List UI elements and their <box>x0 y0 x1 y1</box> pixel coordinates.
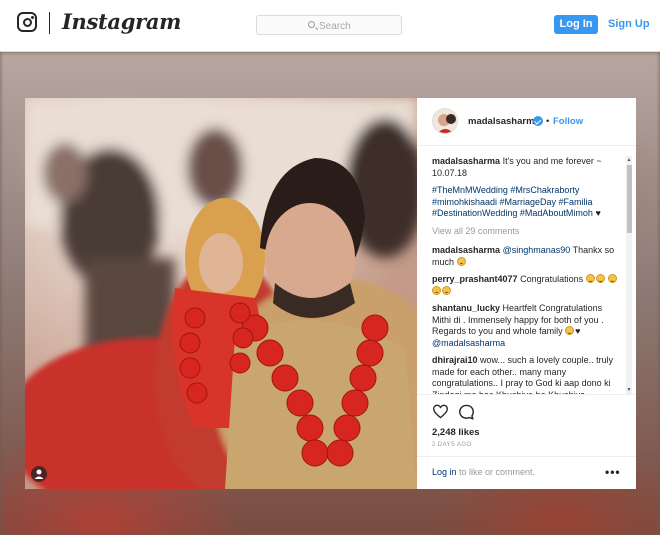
separator-dot: • <box>546 116 550 127</box>
caption-hashtags: #TheMnMWedding #MrsChakraborty #mimohkis… <box>432 185 620 220</box>
login-prompt: Log in to like or comment. <box>432 467 535 477</box>
instagram-camera-icon[interactable] <box>17 12 37 32</box>
search-box[interactable] <box>256 15 402 35</box>
post-sidebar: madalsasharma • Follow madalsasharma It'… <box>417 98 636 489</box>
signup-link[interactable]: Sign Up <box>608 18 650 30</box>
follow-button[interactable]: Follow <box>553 116 583 127</box>
comment-item: madalsasharma @singhmanas90 Thankx so mu… <box>432 245 620 268</box>
comment-heart-icon: ♥ <box>575 326 581 336</box>
smiley-emoji-icon <box>442 285 451 295</box>
login-prompt-text: to like or comment. <box>456 467 536 477</box>
post-actions: 2,248 likes 2 DAYS AGO Log in to like or… <box>417 394 636 489</box>
avatar[interactable] <box>432 108 458 134</box>
more-options-icon[interactable]: ••• <box>605 465 621 479</box>
comment-text: Congratulations <box>520 274 584 284</box>
verified-badge-icon <box>533 116 543 126</box>
comment-username[interactable]: madalsasharma <box>432 245 500 255</box>
smiley-emoji-icon <box>595 274 605 283</box>
wedding-photo-illustration <box>25 98 417 489</box>
comment-username[interactable]: shantanu_lucky <box>432 303 500 313</box>
logo-divider <box>49 12 50 34</box>
top-navigation-bar: Instagram Log In Sign Up <box>0 0 660 52</box>
smiley-emoji-icon <box>608 274 618 283</box>
post-username[interactable]: madalsasharma <box>468 116 540 127</box>
post-header: madalsasharma • Follow <box>417 98 636 146</box>
post-timestamp[interactable]: 2 DAYS AGO <box>432 442 472 448</box>
comment-username[interactable]: perry_prashant4077 <box>432 274 518 284</box>
smiley-emoji-icon <box>456 256 466 266</box>
comment-username[interactable]: dhirajrai10 <box>432 355 478 365</box>
comment-item: shantanu_lucky Heartfelt Congratulations… <box>432 303 620 349</box>
login-link[interactable]: Log in <box>432 467 457 477</box>
comments-scrollbar[interactable]: ▲ ▼ <box>626 156 632 394</box>
likes-count[interactable]: 2,248 likes <box>432 427 480 438</box>
comment-item: dhirajrai10 wow... such a lovely couple.… <box>432 355 620 394</box>
caption-username[interactable]: madalsasharma <box>432 156 500 166</box>
smiley-emoji-icon <box>565 326 575 335</box>
post-photo[interactable] <box>25 98 417 489</box>
comments-list[interactable]: madalsasharma It's you and me forever ~ … <box>432 156 620 394</box>
comment-prompt: Log in to like or comment. ••• <box>417 456 636 491</box>
smiley-emoji-icon <box>585 274 595 283</box>
avatar-image <box>433 109 457 133</box>
like-heart-icon[interactable] <box>432 404 449 419</box>
instagram-wordmark[interactable]: Instagram <box>62 9 181 34</box>
login-button[interactable]: Log In <box>554 15 598 34</box>
view-all-comments-link[interactable]: View all 29 comments <box>432 226 620 238</box>
post-modal: madalsasharma • Follow madalsasharma It'… <box>25 98 636 489</box>
comment-item: perry_prashant4077 Congratulations <box>432 274 620 297</box>
comment-bubble-icon[interactable] <box>458 404 475 421</box>
scroll-down-arrow-icon[interactable]: ▼ <box>626 386 632 394</box>
caption-heart-icon: ♥ <box>595 208 601 218</box>
search-input[interactable] <box>319 19 399 33</box>
hashtag-links[interactable]: #TheMnMWedding #MrsChakraborty #mimohkis… <box>432 185 593 218</box>
caption: madalsasharma It's you and me forever ~ … <box>432 156 620 179</box>
search-icon <box>308 21 315 28</box>
scroll-thumb[interactable] <box>626 165 632 233</box>
comment-mention[interactable]: @singhmanas90 <box>503 245 571 255</box>
comment-mention[interactable]: @madalsasharma <box>432 338 505 348</box>
smiley-emoji-icon <box>432 285 441 295</box>
scroll-up-arrow-icon[interactable]: ▲ <box>626 156 632 164</box>
